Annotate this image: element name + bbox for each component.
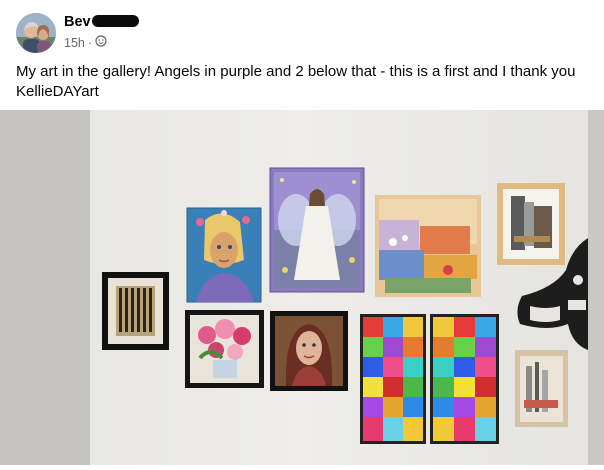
artwork-mosaic-right <box>430 314 499 444</box>
avatar[interactable] <box>16 13 56 53</box>
artwork-collage-frame <box>497 183 565 265</box>
artwork-portrait-woman <box>270 311 348 391</box>
post-header: Bev 15h · <box>0 0 604 60</box>
artwork-abstract-landscape <box>375 195 481 297</box>
post-meta: 15h · <box>64 35 107 50</box>
globe-icon[interactable] <box>95 35 107 50</box>
artwork-mosaic-left <box>360 314 426 444</box>
post-card: Bev 15h · My art in the gallery! Angels … <box>0 0 604 465</box>
artwork-flowers <box>185 310 264 388</box>
gallery-wall-photo <box>0 110 604 465</box>
artwork-gold-texture <box>102 272 169 350</box>
redacted-name-bar <box>92 15 139 27</box>
artwork-angel-purple <box>269 167 365 293</box>
avatar-image <box>16 13 56 53</box>
timestamp[interactable]: 15h <box>64 36 85 50</box>
artwork-blue-woman <box>186 207 262 303</box>
artwork-small-collage <box>515 350 568 427</box>
author-name[interactable]: Bev <box>64 14 91 30</box>
post-caption: My art in the gallery! Angels in purple … <box>16 63 576 100</box>
post-photo[interactable] <box>0 110 604 465</box>
separator-dot: · <box>87 35 93 50</box>
